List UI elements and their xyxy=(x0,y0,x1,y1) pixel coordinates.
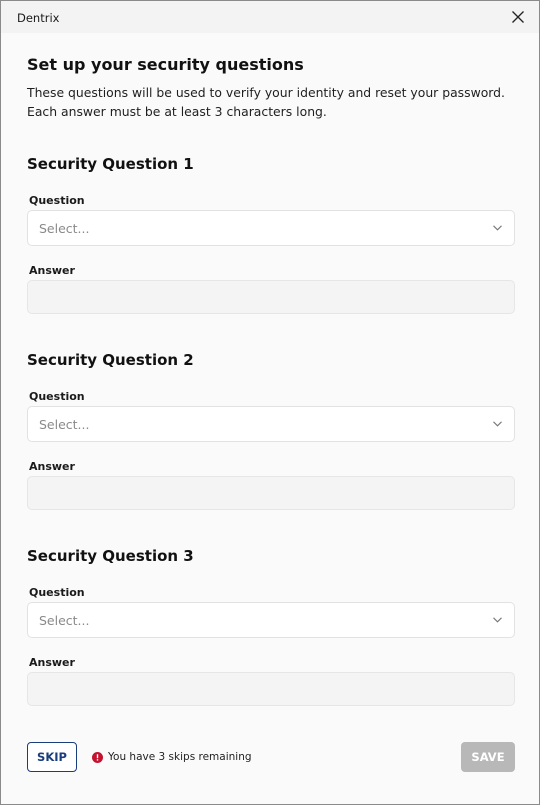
question-1-select[interactable]: Select... xyxy=(27,210,515,246)
question-label: Question xyxy=(29,194,85,207)
section-title-question-2: Security Question 2 xyxy=(27,351,194,369)
window-title: Dentrix xyxy=(17,11,60,25)
chevron-down-icon xyxy=(493,225,502,231)
section-title-question-1: Security Question 1 xyxy=(27,155,194,173)
page-description: These questions will be used to verify y… xyxy=(27,83,515,121)
answer-3-input[interactable] xyxy=(27,672,515,706)
select-placeholder: Select... xyxy=(39,613,90,628)
alert-circle-icon xyxy=(92,751,103,763)
answer-1-input[interactable] xyxy=(27,280,515,314)
answer-label: Answer xyxy=(29,460,75,473)
question-label: Question xyxy=(29,586,85,599)
skip-notice: You have 3 skips remaining xyxy=(92,751,252,763)
close-icon xyxy=(512,11,524,23)
answer-2-input[interactable] xyxy=(27,476,515,510)
description-line: Each answer must be at least 3 character… xyxy=(27,104,327,119)
save-button[interactable]: SAVE xyxy=(461,742,515,772)
skip-notice-text: You have 3 skips remaining xyxy=(108,751,252,763)
dialog-window: Dentrix Set up your security questions T… xyxy=(0,0,540,805)
chevron-down-icon xyxy=(493,421,502,427)
answer-label: Answer xyxy=(29,656,75,669)
section-title-question-3: Security Question 3 xyxy=(27,547,194,565)
question-label: Question xyxy=(29,390,85,403)
question-2-select[interactable]: Select... xyxy=(27,406,515,442)
skip-button[interactable]: SKIP xyxy=(27,742,77,772)
chevron-down-icon xyxy=(493,617,502,623)
description-line: These questions will be used to verify y… xyxy=(27,85,505,100)
select-placeholder: Select... xyxy=(39,221,90,236)
answer-label: Answer xyxy=(29,264,75,277)
select-placeholder: Select... xyxy=(39,417,90,432)
close-button[interactable] xyxy=(503,3,533,31)
question-3-select[interactable]: Select... xyxy=(27,602,515,638)
page-title: Set up your security questions xyxy=(27,55,304,74)
title-bar: Dentrix xyxy=(1,1,539,33)
